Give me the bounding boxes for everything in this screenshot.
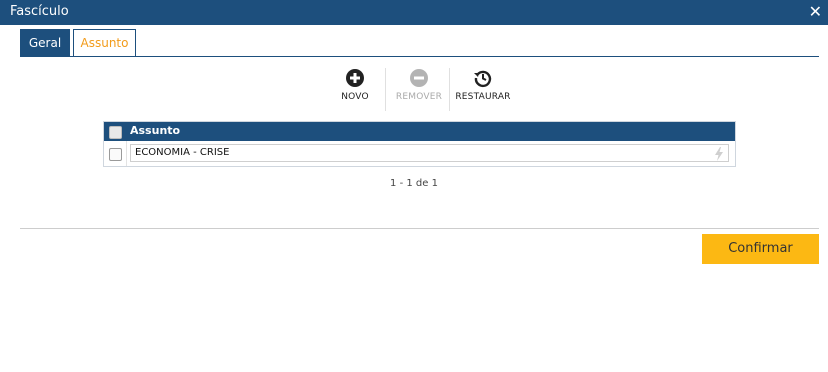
remover-label: REMOVER xyxy=(395,92,443,102)
tab-assunto[interactable]: Assunto xyxy=(73,29,136,57)
assunto-cell-value: ECONOMIA - CRISE xyxy=(135,147,230,158)
novo-label: NOVO xyxy=(341,92,369,102)
plus-circle-icon xyxy=(346,69,364,87)
footer-divider xyxy=(20,228,819,229)
window-title: Fascículo xyxy=(10,4,69,19)
column-divider xyxy=(126,141,127,166)
restaurar-button[interactable]: RESTAURAR xyxy=(453,66,513,102)
confirm-button[interactable]: Confirmar xyxy=(702,234,819,264)
column-header-assunto: Assunto xyxy=(130,124,181,137)
toolbar-separator xyxy=(385,68,386,111)
pagination-info: 1 - 1 de 1 xyxy=(390,178,438,189)
grid-header: Assunto xyxy=(104,122,735,141)
table-row: ECONOMIA - CRISE xyxy=(104,141,735,166)
remover-button[interactable]: REMOVER xyxy=(389,66,449,102)
minus-circle-icon xyxy=(410,69,428,87)
tab-geral[interactable]: Geral xyxy=(20,29,70,56)
lightning-icon xyxy=(715,147,723,161)
novo-button[interactable]: NOVO xyxy=(325,66,385,102)
row-checkbox[interactable] xyxy=(109,148,122,161)
tab-underline xyxy=(20,56,819,57)
window-titlebar: Fascículo ✕ xyxy=(0,0,828,25)
restore-history-icon xyxy=(474,70,492,88)
assunto-cell-field[interactable]: ECONOMIA - CRISE xyxy=(130,144,729,162)
close-icon[interactable]: ✕ xyxy=(809,2,822,21)
restaurar-label: RESTAURAR xyxy=(455,92,511,102)
toolbar-separator xyxy=(449,68,450,111)
assunto-grid: Assunto ECONOMIA - CRISE xyxy=(103,121,736,167)
select-all-checkbox[interactable] xyxy=(109,126,122,139)
